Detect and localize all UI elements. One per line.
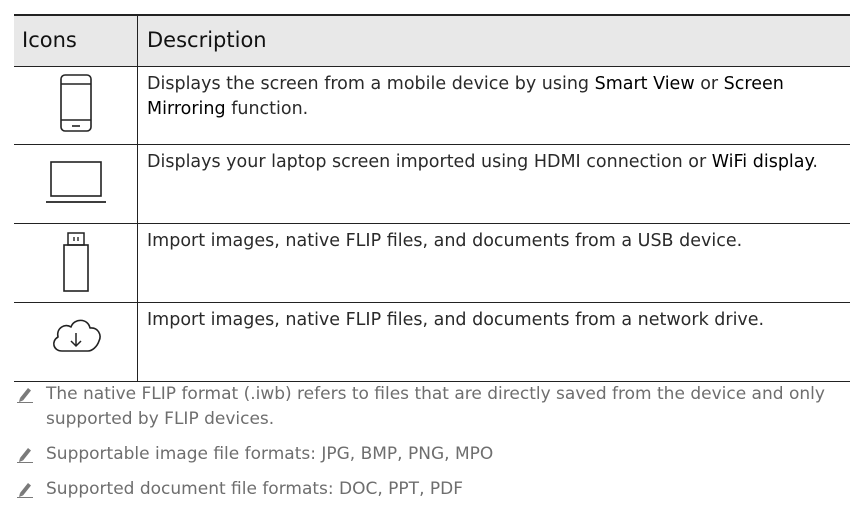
desc-text: Import images, native FLIP files, and do… — [147, 231, 743, 251]
usb-device-icon — [62, 232, 89, 292]
wifi-display-term: WiFi display — [711, 152, 813, 172]
icon-cell — [14, 303, 138, 381]
row-description: Displays your laptop screen imported usi… — [138, 145, 850, 223]
desc-text: Displays your laptop screen imported usi… — [147, 152, 712, 172]
network-drive-download-icon — [52, 319, 101, 352]
icon-cell — [14, 224, 138, 302]
table-row: Displays the screen from a mobile device… — [14, 67, 850, 145]
row-description: Import images, native FLIP files, and do… — [138, 224, 850, 302]
note-text: Supportable image file formats: JPG, BMP… — [46, 444, 494, 464]
note-text: The native FLIP format (.iwb) refers to … — [46, 384, 825, 429]
note-item: Supportable image file formats: JPG, BMP… — [14, 442, 850, 467]
note-item: Supported document file formats: DOC, PP… — [14, 477, 850, 502]
laptop-icon — [45, 161, 106, 203]
icons-description-table: Icons Description Displays the screen fr… — [14, 14, 850, 382]
pencil-note-icon — [17, 483, 33, 498]
table-row: Displays your laptop screen imported usi… — [14, 145, 850, 224]
notes-list: The native FLIP format (.iwb) refers to … — [14, 382, 850, 512]
smart-view-term: Smart View — [594, 74, 695, 94]
table-header-row: Icons Description — [14, 16, 850, 67]
header-description: Description — [147, 28, 267, 52]
note-text: Supported document file formats: DOC, PP… — [46, 479, 463, 499]
desc-text: Import images, native FLIP files, and do… — [147, 310, 765, 330]
desc-text: . — [812, 152, 818, 172]
desc-text: or — [694, 74, 724, 94]
row-description: Import images, native FLIP files, and do… — [138, 303, 850, 381]
desc-text: Displays the screen from a mobile device… — [147, 74, 595, 94]
desc-text: function. — [225, 99, 309, 119]
icon-cell — [14, 145, 138, 223]
row-description: Displays the screen from a mobile device… — [138, 67, 850, 144]
table-row: Import images, native FLIP files, and do… — [14, 224, 850, 303]
mobile-device-icon — [59, 74, 92, 132]
pencil-note-icon — [17, 448, 33, 463]
header-icons: Icons — [14, 16, 138, 66]
note-item: The native FLIP format (.iwb) refers to … — [14, 382, 850, 432]
icon-cell — [14, 67, 138, 144]
pencil-note-icon — [17, 388, 33, 403]
table-row: Import images, native FLIP files, and do… — [14, 303, 850, 382]
